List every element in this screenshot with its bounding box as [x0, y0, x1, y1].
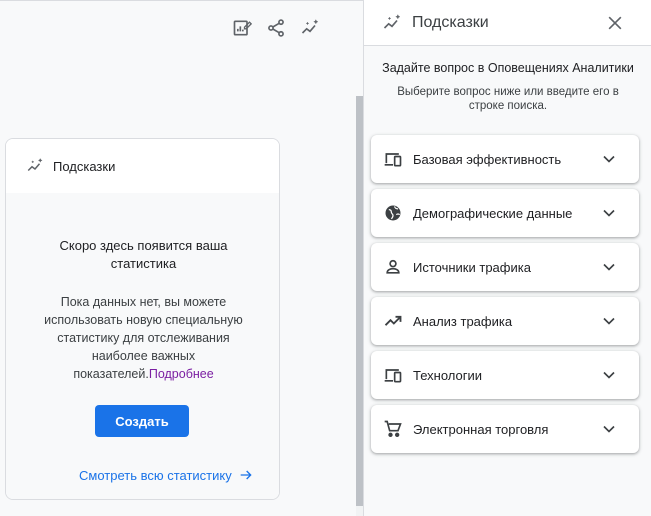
chevron-down-icon [603, 317, 615, 325]
see-all-insights-link[interactable]: Смотреть всю статистику [79, 467, 254, 483]
category-label: Источники трафика [413, 259, 531, 275]
chevron-down-icon [603, 425, 615, 433]
close-button[interactable] [605, 13, 625, 33]
panel-title: Подсказки [412, 13, 489, 31]
chevron-down-icon [603, 263, 615, 271]
report-canvas: Подсказки Скоро здесь появится ваша стат… [0, 0, 363, 516]
share-icon [268, 19, 284, 37]
card-title: Подсказки [53, 158, 116, 174]
insights-card: Подсказки Скоро здесь появится ваша стат… [5, 138, 280, 500]
category-base-performance[interactable]: Базовая эффективность [371, 135, 639, 183]
globe-icon [385, 205, 401, 221]
category-traffic-sources[interactable]: Источники трафика [371, 243, 639, 291]
devices-icon [384, 369, 402, 383]
arrow-right-icon [240, 470, 252, 480]
edit-report-icon [233, 20, 252, 36]
card-header: Подсказки [6, 139, 279, 193]
category-label: Базовая эффективность [413, 151, 562, 167]
chevron-down-icon [603, 155, 615, 163]
insights-panel: Подсказки Задайте вопрос в Оповещениях А… [363, 0, 651, 516]
category-label: Технологии [413, 367, 483, 383]
category-ecommerce[interactable]: Электронная торговля [371, 405, 639, 453]
empty-state-title: Скоро здесь появится ваша статистика [59, 238, 228, 271]
report-toolbar [230, 16, 322, 40]
learn-more-link[interactable]: Подробнее [149, 367, 214, 381]
trending-up-icon [384, 315, 402, 326]
close-icon [608, 16, 622, 30]
insights-icon [301, 19, 319, 34]
chevron-down-icon [603, 371, 615, 379]
devices-icon [384, 153, 402, 167]
person-icon [386, 259, 400, 274]
category-label: Демографические данные [413, 205, 573, 221]
category-demographics[interactable]: Демографические данные [371, 189, 639, 237]
ask-question-title: Задайте вопрос в Оповещениях Аналитики [382, 61, 634, 75]
question-category-list: Базовая эффективность Демографические да… [371, 135, 639, 459]
insights-icon [383, 13, 401, 29]
see-all-label: Смотреть всю статистику [79, 467, 232, 483]
scrollbar-thumb[interactable] [356, 96, 363, 506]
category-traffic-analysis[interactable]: Анализ трафика [371, 297, 639, 345]
category-technology[interactable]: Технологии [371, 351, 639, 399]
category-label: Электронная торговля [413, 421, 549, 437]
ask-question-subtitle: Выберите вопрос ниже или введите его в с… [397, 86, 619, 112]
chevron-down-icon [603, 209, 615, 217]
share-button[interactable] [264, 16, 288, 40]
insights-button[interactable] [298, 16, 322, 40]
insights-icon [27, 158, 43, 172]
divider [0, 0, 363, 1]
create-button[interactable]: Создать [95, 405, 189, 437]
panel-header: Подсказки [364, 0, 651, 46]
category-label: Анализ трафика [413, 313, 513, 329]
edit-report-button[interactable] [230, 16, 254, 40]
card-body: Скоро здесь появится ваша статистика Пок… [6, 193, 279, 499]
empty-state-description: Пока данных нет, вы можете использовать … [31, 293, 256, 383]
cart-icon [384, 420, 402, 437]
app-root: Подсказки Скоро здесь появится ваша стат… [0, 0, 651, 516]
